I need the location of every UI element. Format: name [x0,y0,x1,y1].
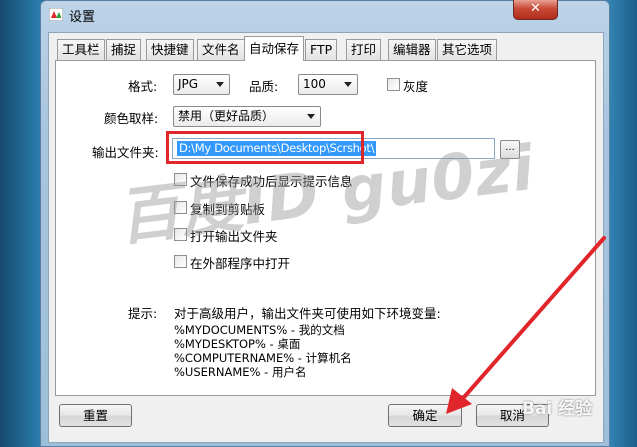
quality-label: 品质: [249,79,279,94]
tab-ftp[interactable]: FTP [305,39,338,60]
hint-intro: 对于高级用户，输出文件夹可使用如下环境变量: [174,306,441,321]
hint-label: 提示: [128,306,158,321]
format-label: 格式: [128,79,158,94]
quality-select[interactable]: 100 [298,74,358,95]
tab-print[interactable]: 打印 [346,39,382,60]
tab-editor[interactable]: 编辑器 [388,39,436,60]
window-title: 设置 [69,10,96,25]
format-select[interactable]: JPG [173,74,230,95]
tab-other-options[interactable]: 其它选项 [437,39,498,60]
desktop-background-left [0,0,42,447]
tab-hotkeys[interactable]: 快捷键 [146,39,194,60]
output-folder-label: 输出文件夹: [92,145,159,160]
tab-filename[interactable]: 文件名 [197,39,245,60]
quality-value: 100 [303,77,326,91]
open-external-checkbox[interactable] [174,255,187,268]
format-value: JPG [178,77,199,91]
close-button[interactable]: ✕ [513,0,558,20]
ok-button[interactable]: 确定 [388,404,462,427]
grayscale-label: 灰度 [403,79,429,94]
site-watermark: Bai 经验 [522,399,593,419]
tab-toolbar[interactable]: 工具栏 [57,39,105,60]
open-external-label: 在外部程序中打开 [190,256,291,271]
close-icon: ✕ [530,1,541,16]
chevron-down-icon [216,82,224,87]
tab-autosave[interactable]: 自动保存 [244,36,305,61]
chevron-down-icon [344,82,352,87]
color-sampling-label: 颜色取样: [104,111,159,126]
color-sampling-select[interactable]: 禁用（更好品质） [173,106,321,127]
app-logo-icon [49,8,63,21]
grayscale-checkbox[interactable] [387,78,400,91]
tab-capture[interactable]: 捕捉 [106,39,142,60]
chevron-down-icon [307,114,315,119]
color-sampling-value: 禁用（更好品质） [178,109,275,123]
reset-button[interactable]: 重置 [59,404,132,427]
hint-var-username: %USERNAME% - 用户名 [174,365,307,379]
